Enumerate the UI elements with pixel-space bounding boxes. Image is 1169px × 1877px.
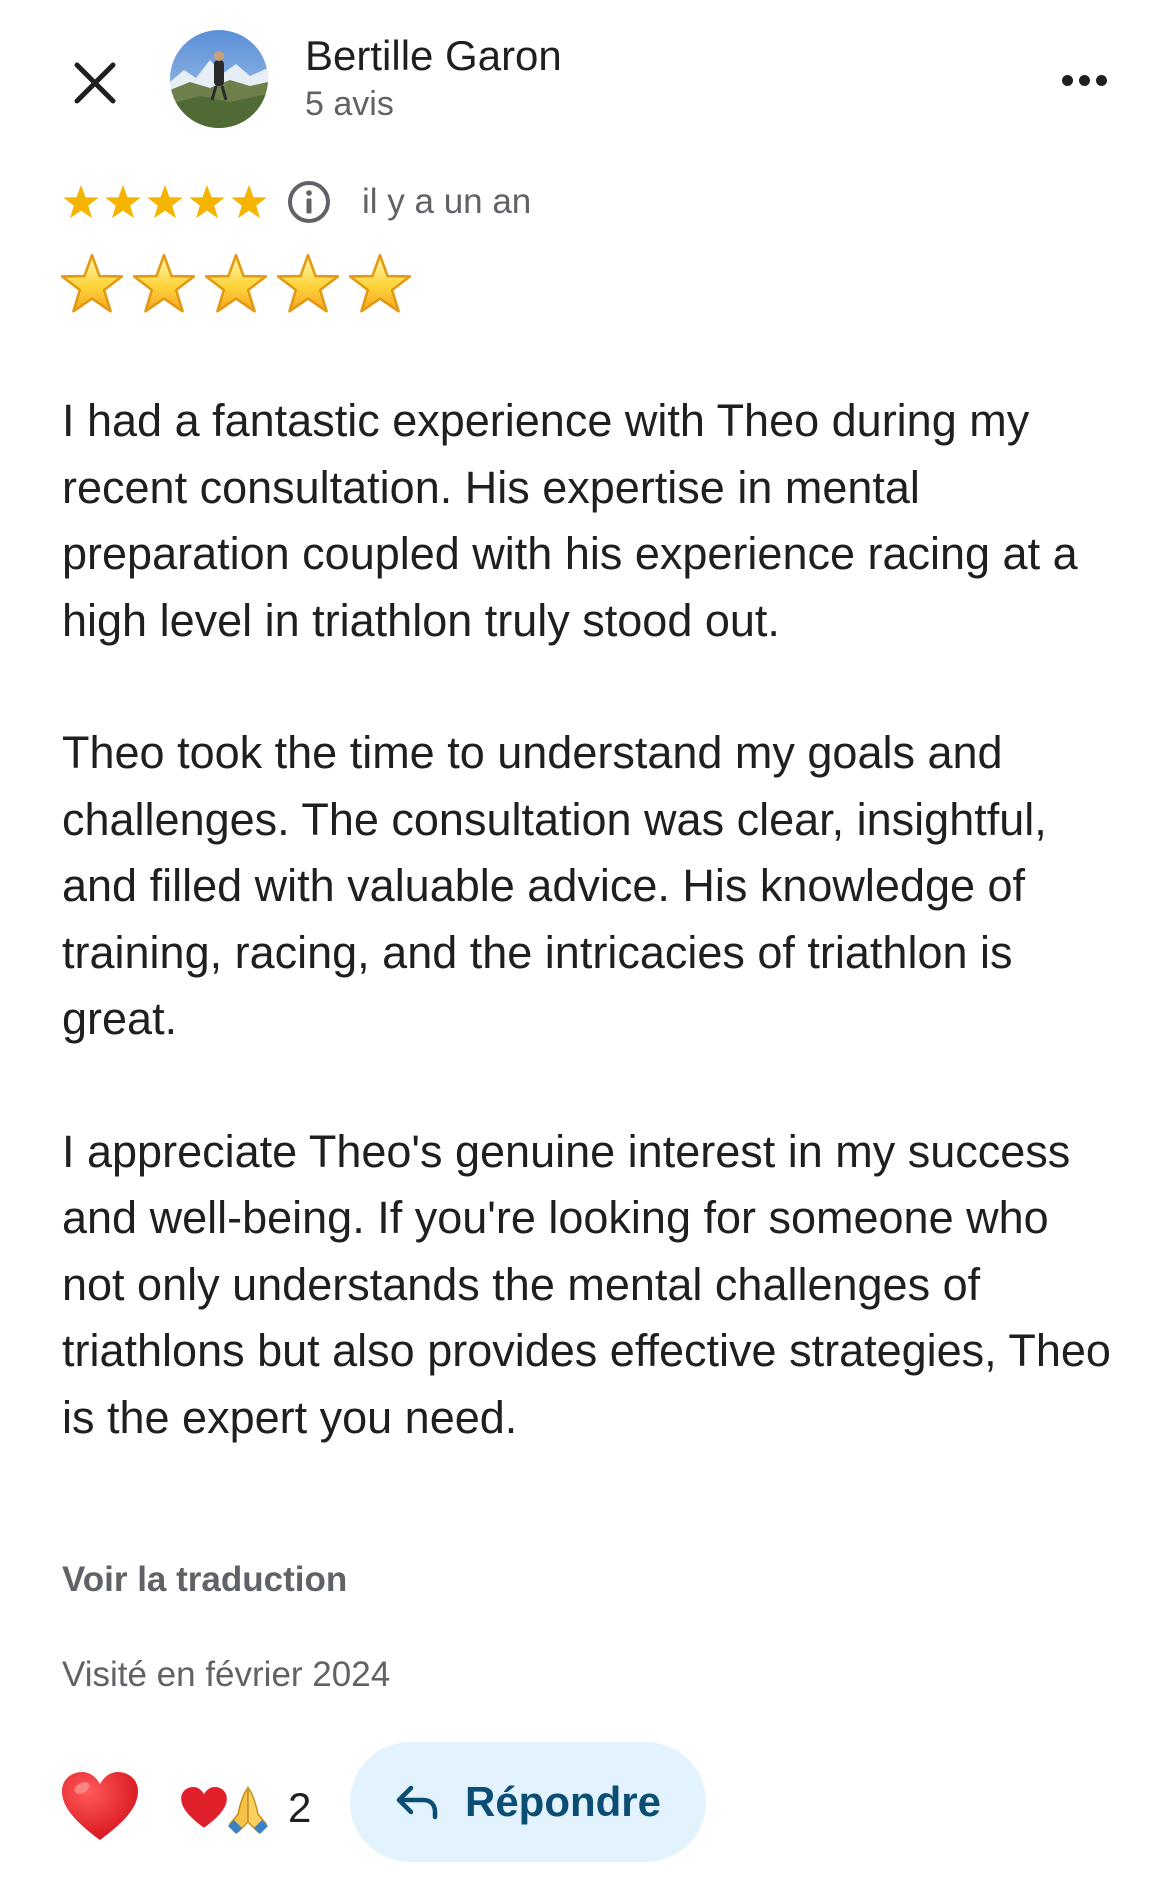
reply-label: Répondre (464, 1778, 661, 1825)
review-paragraph: I had a fantastic experience with Theo d… (62, 395, 1078, 646)
star-icon (189, 184, 225, 219)
heart-emoji (181, 1787, 227, 1828)
star-icon (63, 184, 99, 219)
star-icon (105, 184, 141, 219)
rating-row: il y a un an (62, 176, 531, 228)
review-count: 5 avis (305, 85, 394, 123)
reply-button[interactable]: Répondre (350, 1742, 706, 1862)
star-emoji-icon (348, 253, 412, 313)
review-text: I had a fantastic experience with Theo d… (62, 388, 1122, 1517)
star-icon (147, 184, 183, 219)
reviewer-name[interactable]: Bertille Garon (305, 30, 562, 82)
emoji-stars (60, 252, 412, 316)
close-icon (74, 62, 116, 104)
star-emoji-icon (60, 253, 124, 313)
avatar[interactable] (170, 30, 268, 128)
visit-date: Visité en février 2024 (62, 1655, 391, 1694)
close-button[interactable] (62, 50, 128, 116)
star-emoji-icon (276, 253, 340, 313)
react-heart-button[interactable] (60, 1770, 140, 1844)
review-time: il y a un an (362, 182, 532, 221)
more-options-button[interactable] (1052, 58, 1116, 102)
see-translation-link[interactable]: Voir la traduction (62, 1560, 347, 1600)
reaction-count: 2 (288, 1784, 312, 1831)
info-icon[interactable] (286, 179, 332, 225)
review-paragraph: Theo took the time to understand my goal… (62, 727, 1047, 1044)
more-horizontal-icon (1061, 74, 1073, 86)
star-emoji-icon (132, 253, 196, 313)
heart-emoji-icon (62, 1772, 138, 1840)
star-icon (231, 184, 267, 219)
review-detail-page: Bertille Garon 5 avis il y a un an I had… (0, 0, 1169, 1877)
reactions-summary[interactable]: 2 (180, 1778, 311, 1838)
review-paragraph: I appreciate Theo's genuine interest in … (62, 1125, 1111, 1443)
reply-arrow-icon (396, 1785, 438, 1820)
avatar-photo (170, 30, 268, 128)
praying-hands-emoji (228, 1786, 268, 1834)
star-rating (62, 183, 268, 221)
star-emoji-icon (204, 253, 268, 313)
